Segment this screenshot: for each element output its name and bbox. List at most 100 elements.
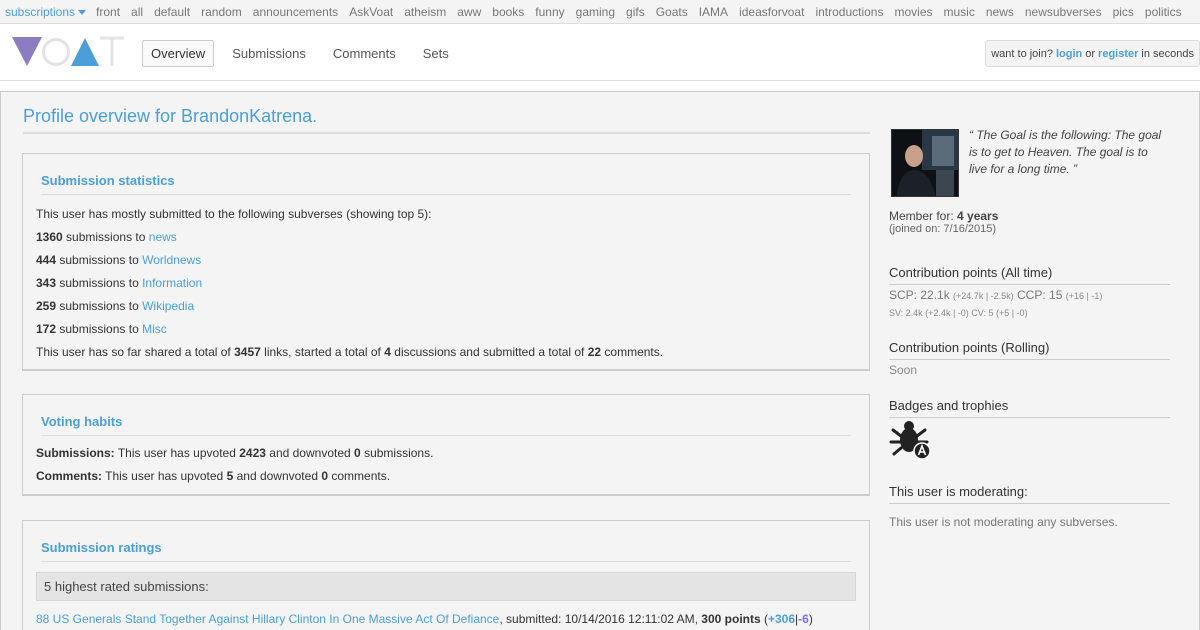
total-text: This user has so far shared a total of <box>36 345 231 359</box>
bug-badge-icon[interactable] <box>889 420 933 460</box>
total-text: comments. <box>604 345 664 359</box>
join-prefix: want to join? <box>991 47 1053 60</box>
tab-overview[interactable]: Overview <box>142 40 215 67</box>
ccp-detail: (+16 | -1) <box>1065 291 1103 301</box>
downvote-count: 0 <box>354 446 361 460</box>
voting-text: and downvoted <box>269 446 351 460</box>
subverse-link-music[interactable]: music <box>944 5 975 19</box>
profile-tabs: Overview Submissions Comments Sets <box>142 40 467 67</box>
submission-link[interactable]: 88 US Generals Stand Together Against Hi… <box>36 612 499 626</box>
join-suffix: in seconds <box>1141 47 1194 60</box>
subverse-link-gaming[interactable]: gaming <box>576 5 615 19</box>
subverse-link-default[interactable]: default <box>154 5 190 19</box>
subverse-link[interactable]: news <box>149 230 177 244</box>
caret-down-icon <box>78 9 87 15</box>
subverse-link-atheism[interactable]: atheism <box>404 5 446 19</box>
downvote-count: 0 <box>321 469 329 483</box>
subverse-link-goats[interactable]: Goats <box>656 5 688 19</box>
stat-count: 343 <box>36 276 57 290</box>
paren: ) <box>808 612 813 626</box>
subverse-link-news[interactable]: news <box>986 5 1014 19</box>
subverse-link-all[interactable]: all <box>131 5 143 19</box>
submission-statistics-box: Submission statistics This user has most… <box>22 153 870 371</box>
tab-sets[interactable]: Sets <box>414 40 458 67</box>
scp-value: SCP: 22.1k <box>889 288 950 302</box>
submission-ratings-box: Submission ratings 5 highest rated submi… <box>22 520 870 630</box>
voting-label: Comments: <box>36 469 103 483</box>
upvotes: +306 <box>768 612 796 626</box>
voat-logo[interactable] <box>12 36 124 68</box>
subverse-link-front[interactable]: front <box>96 5 120 19</box>
join-or: or <box>1085 47 1096 60</box>
subscriptions-dropdown[interactable]: subscriptions <box>5 5 87 19</box>
stat-count: 259 <box>36 299 57 313</box>
stats-row: 172 submissions to Misc <box>36 318 869 341</box>
moderating-heading: This user is moderating: <box>889 484 1170 504</box>
subverse-link-iama[interactable]: IAMA <box>699 5 728 19</box>
submission-points: 300 points <box>701 612 761 626</box>
downvotes: -6 <box>798 612 809 626</box>
page-title: Profile overview for BrandonKatrena. <box>23 106 870 134</box>
subverse-link-newsubverses[interactable]: newsubverses <box>1025 5 1102 19</box>
submission-date: , submitted: 10/14/2016 12:11:02 AM, <box>499 612 698 626</box>
subverse-link-movies[interactable]: movies <box>894 5 932 19</box>
subverse-link-introductions[interactable]: introductions <box>815 5 883 19</box>
voting-label: Submissions: <box>36 446 115 460</box>
voting-text: submissions. <box>364 446 434 460</box>
subverse-bar: subscriptions front all default random a… <box>0 0 1200 24</box>
stats-total: This user has so far shared a total of 3… <box>36 341 869 364</box>
user-avatar <box>891 129 959 197</box>
moderating-text: This user is not moderating any subverse… <box>889 515 1118 529</box>
subverse-link-pics[interactable]: pics <box>1113 5 1134 19</box>
joined-date: (joined on: 7/16/2015) <box>889 223 997 235</box>
stat-count: 172 <box>36 322 57 336</box>
cp-rolling-heading: Contribution points (Rolling) <box>889 340 1170 360</box>
register-link[interactable]: register <box>1098 48 1138 60</box>
cp-all-time-heading: Contribution points (All time) <box>889 265 1170 285</box>
sv-cv-line: SV: 2.4k (+2.4k | -0) CV: 5 (+5 | -0) <box>889 308 1028 318</box>
subverse-link-askvoat[interactable]: AskVoat <box>349 5 393 19</box>
upvote-count: 2423 <box>239 446 266 460</box>
voting-text: and downvoted <box>236 469 318 483</box>
subverse-link[interactable]: Wikipedia <box>142 299 194 313</box>
upvote-count: 5 <box>226 469 234 483</box>
member-value: 4 years <box>957 209 999 223</box>
join-box: want to join? login or register in secon… <box>985 40 1200 67</box>
stats-row: 259 submissions to Wikipedia <box>36 295 869 318</box>
site-header: Overview Submissions Comments Sets want … <box>0 24 1200 81</box>
profile-panel: Profile overview for BrandonKatrena. Sub… <box>0 91 1200 630</box>
subverse-link-politics[interactable]: politics <box>1145 5 1182 19</box>
subverse-link-aww[interactable]: aww <box>457 5 481 19</box>
scp-ccp-line: SCP: 22.1k (+24.7k | -2.5k) CCP: 15 (+16… <box>889 288 1102 302</box>
subverse-link-books[interactable]: books <box>492 5 524 19</box>
user-quote: “ The Goal is the following: The goal is… <box>969 128 1162 176</box>
total-discussions: 4 <box>384 345 391 359</box>
total-links: 3457 <box>234 345 261 359</box>
stat-count: 444 <box>36 253 57 267</box>
tab-submissions[interactable]: Submissions <box>223 40 315 67</box>
stats-row: 1360 submissions to news <box>36 226 869 249</box>
stat-text: submissions to <box>59 322 139 336</box>
subverse-link-funny[interactable]: funny <box>535 5 564 19</box>
subverse-link[interactable]: Information <box>142 276 202 290</box>
subverse-link-random[interactable]: random <box>201 5 242 19</box>
subverse-link[interactable]: Misc <box>142 322 167 336</box>
subverse-link-ideasforvoat[interactable]: ideasforvoat <box>739 5 804 19</box>
ratings-subheading: 5 highest rated submissions: <box>36 572 856 601</box>
total-text: discussions and submitted a total of <box>394 345 585 359</box>
stat-count: 1360 <box>36 230 63 244</box>
total-comments: 22 <box>587 345 602 359</box>
stat-text: submissions to <box>59 276 139 290</box>
voting-text: This user has upvoted <box>105 469 224 483</box>
tab-comments[interactable]: Comments <box>324 40 405 67</box>
stats-row: 343 submissions to Information <box>36 272 869 295</box>
stat-text: submissions to <box>59 299 139 313</box>
login-link[interactable]: login <box>1056 48 1082 60</box>
voting-text: comments. <box>331 469 391 483</box>
voting-habits-box: Voting habits Submissions: This user has… <box>22 394 870 496</box>
submission-statistics-heading: Submission statistics <box>41 173 851 195</box>
subverse-link-gifs[interactable]: gifs <box>626 5 645 19</box>
subverse-link[interactable]: Worldnews <box>142 253 201 267</box>
subverse-link-announcements[interactable]: announcements <box>253 5 338 19</box>
stat-text: submissions to <box>66 230 146 244</box>
